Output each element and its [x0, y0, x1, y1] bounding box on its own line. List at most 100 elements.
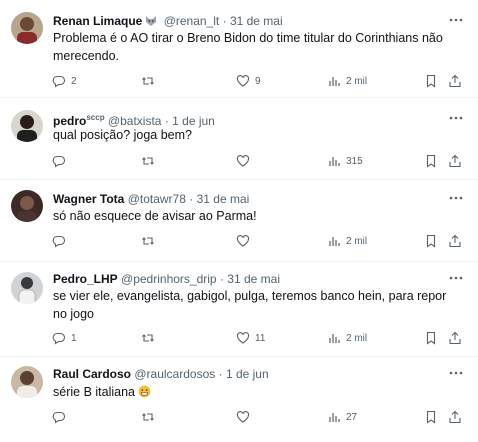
tweet[interactable]: Pedro_LHP @pedrinhors_drip · 31 de mai s…	[0, 262, 478, 357]
reply-button[interactable]	[52, 233, 71, 249]
reply-feed: Renan Limaque @renan_lt · 31 de mai Prob…	[0, 0, 478, 442]
more-dots-icon[interactable]	[448, 12, 464, 28]
separator: ·	[189, 192, 194, 206]
tweet[interactable]: Raul Cardoso @raulcardosos · 1 de jun sé…	[0, 357, 478, 442]
views-button[interactable]: 2 mil	[327, 233, 367, 249]
more-dots-icon[interactable]	[448, 365, 464, 381]
retweet-icon	[141, 154, 155, 168]
tweet-text: Problema é o AO tirar o Breno Bidon do t…	[53, 31, 443, 63]
views-button[interactable]: 2 mil	[327, 73, 367, 89]
share-button[interactable]	[448, 409, 462, 425]
tweet[interactable]: Renan Limaque @renan_lt · 31 de mai Prob…	[0, 0, 478, 98]
views-button[interactable]: 27	[327, 409, 357, 425]
share-icon	[448, 410, 462, 424]
reply-button[interactable]: 2	[52, 73, 77, 89]
reply-count: 1	[71, 332, 77, 344]
share-icon	[448, 234, 462, 248]
like-button[interactable]	[236, 233, 255, 249]
user-handle[interactable]: @raulcardosos	[134, 367, 215, 381]
bookmark-button[interactable]	[424, 73, 438, 89]
like-button[interactable]: 11	[236, 330, 265, 346]
tweet-text: só não esquece de avisar ao Parma!	[53, 209, 257, 223]
tweet-date[interactable]: 31 de mai	[230, 14, 283, 28]
more-dots-icon[interactable]	[448, 190, 464, 206]
reply-count: 2	[71, 75, 77, 87]
view-count: 315	[346, 155, 363, 167]
reply-icon	[52, 154, 66, 168]
tweet-date[interactable]: 31 de mai	[197, 192, 250, 206]
like-count: 11	[255, 332, 266, 344]
separator: ·	[219, 272, 224, 286]
tweet[interactable]: Wagner Tota @totawr78 · 31 de mai só não…	[0, 180, 478, 262]
bookmark-button[interactable]	[424, 409, 438, 425]
reply-icon	[52, 331, 66, 345]
bookmark-button[interactable]	[424, 330, 438, 346]
action-bar: 2 mil	[0, 233, 478, 249]
views-chart-icon	[327, 410, 341, 424]
tweet[interactable]: pedrosccp @batxista · 1 de jun qual posi…	[0, 98, 478, 180]
user-handle[interactable]: @renan_lt	[164, 14, 220, 28]
reply-button[interactable]: 1	[52, 330, 77, 346]
share-button[interactable]	[448, 153, 462, 169]
heart-icon	[236, 331, 250, 345]
bookmark-button[interactable]	[424, 153, 438, 169]
views-chart-icon	[327, 74, 341, 88]
like-button[interactable]	[236, 409, 255, 425]
retweet-button[interactable]	[141, 153, 160, 169]
more-dots-icon[interactable]	[448, 110, 464, 126]
action-bar: 315	[0, 153, 478, 169]
more-dots-icon[interactable]	[448, 270, 464, 286]
action-bar: 27	[0, 409, 478, 425]
display-name[interactable]: Raul Cardoso	[53, 367, 131, 381]
display-name[interactable]: Wagner Tota	[53, 192, 124, 206]
bookmark-icon	[424, 74, 438, 88]
bookmark-icon	[424, 410, 438, 424]
share-button[interactable]	[448, 330, 462, 346]
user-handle[interactable]: @pedrinhors_drip	[121, 272, 217, 286]
reply-button[interactable]	[52, 409, 71, 425]
retweet-button[interactable]	[141, 330, 160, 346]
reply-button[interactable]	[52, 153, 71, 169]
reply-icon	[52, 410, 66, 424]
user-handle[interactable]: @totawr78	[128, 192, 186, 206]
retweet-button[interactable]	[141, 233, 160, 249]
view-count: 2 mil	[346, 235, 368, 247]
avatar[interactable]	[11, 272, 43, 304]
display-name[interactable]: Pedro_LHP	[53, 272, 118, 286]
retweet-icon	[141, 74, 155, 88]
tweet-date[interactable]: 1 de jun	[226, 367, 269, 381]
view-count: 2 mil	[346, 75, 368, 87]
avatar[interactable]	[11, 190, 43, 222]
like-count: 9	[255, 75, 261, 87]
avatar[interactable]	[11, 110, 43, 142]
views-chart-icon	[327, 331, 341, 345]
tweet-date[interactable]: 31 de mai	[227, 272, 280, 286]
view-count: 27	[346, 411, 358, 423]
retweet-button[interactable]	[141, 73, 160, 89]
avatar[interactable]	[11, 366, 43, 398]
bookmark-icon	[424, 154, 438, 168]
retweet-icon	[141, 331, 155, 345]
bookmark-button[interactable]	[424, 233, 438, 249]
bookmark-icon	[424, 234, 438, 248]
share-button[interactable]	[448, 233, 462, 249]
heart-icon	[236, 234, 250, 248]
share-button[interactable]	[448, 73, 462, 89]
avatar[interactable]	[11, 12, 43, 44]
retweet-icon	[141, 410, 155, 424]
tweet-header: Wagner Tota @totawr78 · 31 de mai	[53, 191, 444, 207]
display-name[interactable]: Renan Limaque	[53, 14, 142, 28]
tweet-text: qual posição? joga bem?	[53, 128, 192, 142]
reply-icon	[52, 234, 66, 248]
like-button[interactable]: 9	[236, 73, 261, 89]
like-button[interactable]	[236, 153, 255, 169]
tweet-header: Pedro_LHP @pedrinhors_drip · 31 de mai	[53, 271, 444, 287]
retweet-button[interactable]	[141, 409, 160, 425]
reply-icon	[52, 74, 66, 88]
views-button[interactable]: 2 mil	[327, 330, 367, 346]
heart-icon	[236, 410, 250, 424]
action-bar: 1 11 2 mil	[0, 330, 478, 346]
views-button[interactable]: 315	[327, 153, 363, 169]
bookmark-icon	[424, 331, 438, 345]
tweet-header: pedrosccp @batxista · 1 de jun	[53, 110, 444, 128]
